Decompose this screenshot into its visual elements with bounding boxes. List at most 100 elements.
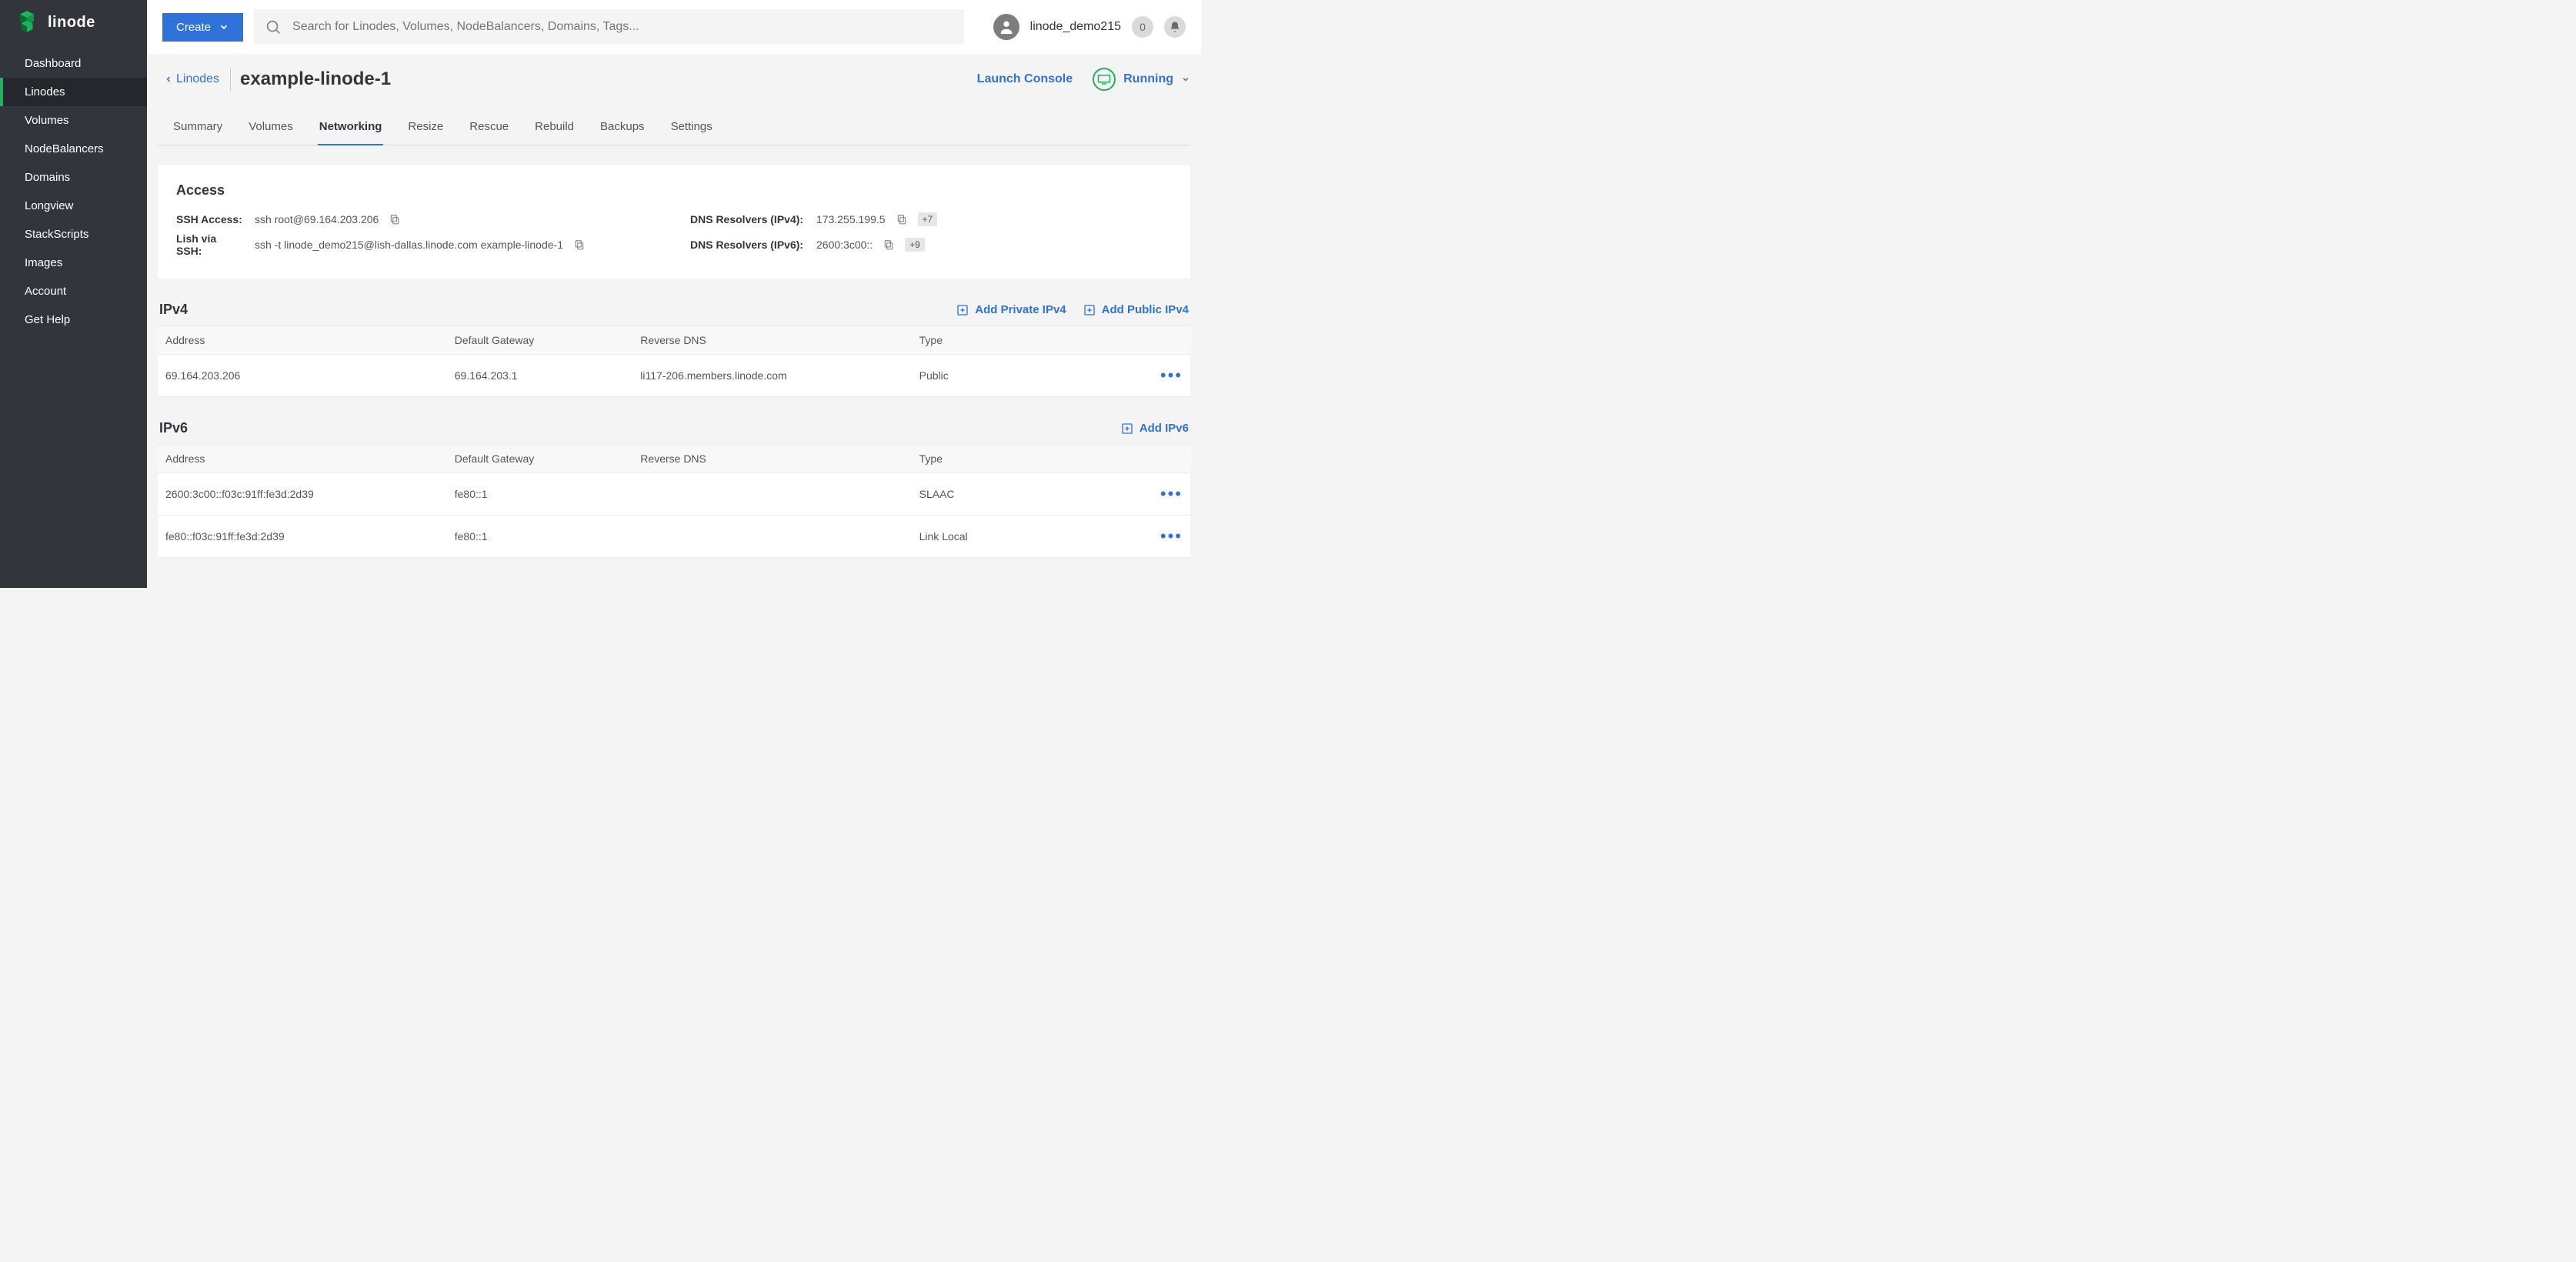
sidebar-item-volumes[interactable]: Volumes: [0, 106, 147, 135]
col-gateway: Default Gateway: [447, 445, 633, 473]
col-type: Type: [912, 326, 1118, 355]
col-address: Address: [158, 326, 447, 355]
tab-label: Summary: [173, 120, 222, 133]
ssh-access-label: SSH Access:: [176, 213, 244, 225]
add-public-ipv4-button[interactable]: Add Public IPv4: [1083, 303, 1189, 316]
cell-address: 2600:3c00::f03c:91ff:fe3d:2d39: [158, 473, 447, 516]
cell-address: 69.164.203.206: [158, 355, 447, 397]
launch-console-link[interactable]: Launch Console: [977, 72, 1073, 86]
tab-summary[interactable]: Summary: [172, 111, 224, 145]
notification-count-badge[interactable]: 0: [1132, 16, 1153, 38]
sidebar-item-label: Domains: [25, 171, 70, 184]
tab-volumes[interactable]: Volumes: [247, 111, 295, 145]
page-title: example-linode-1: [240, 68, 391, 90]
add-ipv6-button[interactable]: Add IPv6: [1121, 422, 1189, 435]
status-label: Running: [1123, 72, 1173, 86]
sidebar-item-get-help[interactable]: Get Help: [0, 305, 147, 334]
sidebar-item-dashboard[interactable]: Dashboard: [0, 49, 147, 78]
ipv6-table-row: fe80::f03c:91ff:fe3d:2d39 fe80::1 Link L…: [158, 516, 1190, 558]
cell-rdns: [632, 516, 911, 558]
lish-ssh-value: ssh -t linode_demo215@lish-dallas.linode…: [255, 239, 563, 251]
dns-ipv6-label: DNS Resolvers (IPv6):: [690, 239, 806, 251]
dns-ipv6-more-chip[interactable]: +9: [905, 238, 925, 252]
ipv4-section-header: IPv4 Add Private IPv4 Add Public IPv4: [158, 302, 1190, 326]
sidebar-item-longview[interactable]: Longview: [0, 192, 147, 220]
sidebar-item-stackscripts[interactable]: StackScripts: [0, 220, 147, 249]
sidebar: linode Dashboard Linodes Volumes NodeBal…: [0, 0, 147, 588]
col-address: Address: [158, 445, 447, 473]
row-actions-button[interactable]: •••: [1160, 526, 1183, 546]
sidebar-item-account[interactable]: Account: [0, 277, 147, 305]
access-heading: Access: [176, 182, 1172, 199]
sidebar-item-linodes[interactable]: Linodes: [0, 78, 147, 106]
chevron-left-icon: [164, 75, 173, 84]
tab-networking[interactable]: Networking: [318, 111, 384, 145]
user-avatar-icon: [993, 14, 1019, 40]
tab-rebuild[interactable]: Rebuild: [533, 111, 576, 145]
create-button[interactable]: Create: [162, 13, 243, 42]
page-header: Linodes example-linode-1 Launch Console …: [158, 63, 1190, 95]
tab-resize[interactable]: Resize: [406, 111, 445, 145]
sidebar-item-domains[interactable]: Domains: [0, 163, 147, 192]
ipv4-heading: IPv4: [159, 302, 188, 318]
cell-rdns: li117-206.members.linode.com: [632, 355, 911, 397]
copy-icon[interactable]: [896, 214, 907, 225]
ssh-access-row: SSH Access: ssh root@69.164.203.206: [176, 212, 653, 226]
sidebar-item-images[interactable]: Images: [0, 249, 147, 277]
sidebar-item-label: StackScripts: [25, 228, 88, 241]
search-input[interactable]: [282, 12, 953, 42]
col-rdns: Reverse DNS: [632, 326, 911, 355]
copy-icon[interactable]: [389, 214, 400, 225]
access-card: Access SSH Access: ssh root@69.164.203.2…: [158, 165, 1190, 279]
copy-icon[interactable]: [574, 239, 585, 250]
sidebar-item-label: Account: [25, 285, 66, 298]
ipv4-table-row: 69.164.203.206 69.164.203.1 li117-206.me…: [158, 355, 1190, 397]
user-menu[interactable]: linode_demo215: [993, 14, 1121, 40]
ipv6-table: Address Default Gateway Reverse DNS Type…: [158, 444, 1190, 558]
sidebar-item-nodebalancers[interactable]: NodeBalancers: [0, 135, 147, 163]
divider: [230, 68, 231, 91]
tab-backups[interactable]: Backups: [599, 111, 646, 145]
tab-rescue[interactable]: Rescue: [468, 111, 510, 145]
lish-ssh-row: Lish via SSH: ssh -t linode_demo215@lish…: [176, 232, 653, 257]
running-status-icon: [1093, 68, 1116, 91]
sidebar-item-label: Longview: [25, 199, 73, 212]
brand-logo[interactable]: linode: [0, 0, 147, 45]
notification-bell-button[interactable]: [1164, 16, 1186, 38]
col-gateway: Default Gateway: [447, 326, 633, 355]
status-dropdown[interactable]: Running: [1093, 68, 1190, 91]
dns-ipv6-row: DNS Resolvers (IPv6): 2600:3c00:: +9: [690, 232, 1172, 257]
tab-label: Rebuild: [535, 120, 574, 133]
row-actions-button[interactable]: •••: [1160, 366, 1183, 386]
dns-ipv6-value: 2600:3c00::: [816, 239, 873, 251]
cell-rdns: [632, 473, 911, 516]
chevron-down-icon: [219, 22, 229, 32]
ipv6-table-header-row: Address Default Gateway Reverse DNS Type: [158, 445, 1190, 473]
plus-square-icon: [1121, 422, 1133, 435]
tab-settings[interactable]: Settings: [669, 111, 714, 145]
sidebar-item-label: Get Help: [25, 313, 70, 326]
linode-logo-icon: [15, 11, 38, 34]
col-actions: [1118, 326, 1190, 355]
notification-count: 0: [1140, 21, 1146, 33]
ipv6-table-row: 2600:3c00::f03c:91ff:fe3d:2d39 fe80::1 S…: [158, 473, 1190, 516]
add-public-ipv4-label: Add Public IPv4: [1102, 303, 1189, 316]
search-field[interactable]: [254, 9, 964, 45]
dns-ipv4-more-chip[interactable]: +7: [918, 212, 938, 226]
username-label: linode_demo215: [1030, 20, 1121, 34]
topbar: Create linode_demo215 0: [147, 0, 1201, 54]
ipv6-heading: IPv6: [159, 420, 188, 436]
cell-address: fe80::f03c:91ff:fe3d:2d39: [158, 516, 447, 558]
copy-icon[interactable]: [883, 239, 894, 250]
tab-label: Networking: [319, 120, 382, 133]
row-actions-button[interactable]: •••: [1160, 484, 1183, 504]
breadcrumb-back-link[interactable]: Linodes: [164, 72, 229, 86]
sidebar-item-label: Volumes: [25, 114, 69, 127]
ipv6-section-header: IPv6 Add IPv6: [158, 420, 1190, 444]
sidebar-item-label: Dashboard: [25, 57, 81, 70]
ssh-access-value: ssh root@69.164.203.206: [255, 213, 379, 225]
col-rdns: Reverse DNS: [632, 445, 911, 473]
dns-ipv4-row: DNS Resolvers (IPv4): 173.255.199.5 +7: [690, 212, 1172, 226]
cell-type: Link Local: [912, 516, 1118, 558]
add-private-ipv4-button[interactable]: Add Private IPv4: [956, 303, 1066, 316]
